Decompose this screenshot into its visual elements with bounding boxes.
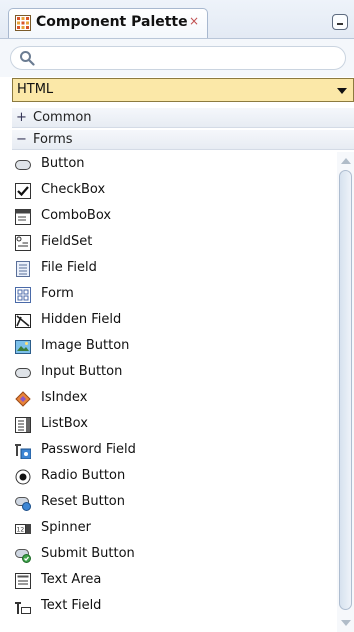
collapse-icon: − bbox=[16, 132, 27, 147]
list-item-hidden-field[interactable]: Hidden Field bbox=[12, 308, 336, 334]
input-button-icon bbox=[15, 368, 31, 378]
library-select[interactable]: HTML bbox=[12, 78, 354, 102]
minimize-button[interactable] bbox=[332, 14, 348, 30]
scrollbar-thumb[interactable] bbox=[339, 170, 352, 610]
close-tab-button[interactable]: × bbox=[189, 14, 199, 28]
list-item-isindex[interactable]: IsIndex bbox=[12, 386, 336, 412]
list-item-combobox[interactable]: ComboBox bbox=[12, 204, 336, 230]
category-label: Common bbox=[33, 110, 92, 125]
list-item-spinner[interactable]: 12 Spinner bbox=[12, 516, 336, 542]
file-field-icon bbox=[16, 261, 30, 277]
search-box[interactable] bbox=[10, 46, 346, 70]
component-list: Button CheckBox ComboBox FieldSet File F… bbox=[12, 152, 336, 632]
category-label: Forms bbox=[33, 132, 73, 147]
vertical-scrollbar[interactable] bbox=[337, 152, 354, 632]
panel-title: Component Palette bbox=[36, 14, 188, 30]
fieldset-icon bbox=[15, 235, 31, 251]
list-item-checkbox[interactable]: CheckBox bbox=[12, 178, 336, 204]
combobox-icon bbox=[15, 209, 31, 225]
isindex-icon bbox=[15, 391, 31, 407]
chevron-down-icon bbox=[337, 88, 347, 94]
submit-button-icon bbox=[15, 549, 31, 563]
list-item-button[interactable]: Button bbox=[12, 152, 336, 178]
password-field-icon bbox=[15, 444, 31, 459]
radio-button-icon bbox=[15, 469, 31, 485]
scroll-down-icon[interactable] bbox=[341, 620, 351, 626]
image-button-icon bbox=[15, 340, 31, 354]
checkbox-icon bbox=[15, 183, 31, 199]
text-area-icon bbox=[15, 573, 31, 589]
button-icon bbox=[15, 160, 31, 170]
list-item-image-button[interactable]: Image Button bbox=[12, 334, 336, 360]
list-item-file-field[interactable]: File Field bbox=[12, 256, 336, 282]
list-item-radio-button[interactable]: Radio Button bbox=[12, 464, 336, 490]
search-row bbox=[0, 39, 354, 77]
reset-button-icon bbox=[15, 497, 31, 511]
list-item-input-button[interactable]: Input Button bbox=[12, 360, 336, 386]
scroll-up-icon[interactable] bbox=[341, 158, 351, 164]
spinner-icon: 12 bbox=[15, 524, 31, 534]
list-item-submit-button[interactable]: Submit Button bbox=[12, 542, 336, 568]
category-common[interactable]: + Common bbox=[12, 108, 354, 128]
palette-grid-icon bbox=[15, 15, 31, 31]
expand-icon: + bbox=[16, 110, 27, 125]
list-item-password-field[interactable]: Password Field bbox=[12, 438, 336, 464]
list-item-form[interactable]: Form bbox=[12, 282, 336, 308]
listbox-icon bbox=[15, 417, 31, 433]
list-item-text-field[interactable]: Text Field bbox=[12, 594, 336, 620]
category-forms[interactable]: − Forms bbox=[12, 130, 354, 150]
list-item-text-area[interactable]: Text Area bbox=[12, 568, 336, 594]
hidden-field-icon bbox=[15, 314, 31, 328]
search-icon bbox=[20, 51, 35, 66]
list-item-reset-button[interactable]: Reset Button bbox=[12, 490, 336, 516]
list-item-listbox[interactable]: ListBox bbox=[12, 412, 336, 438]
text-field-icon bbox=[15, 602, 31, 614]
library-select-value: HTML bbox=[17, 82, 54, 97]
search-input[interactable] bbox=[41, 49, 335, 69]
svg-text:12: 12 bbox=[17, 527, 25, 534]
palette-tab-bar: Component Palette × bbox=[0, 0, 354, 39]
form-icon bbox=[15, 287, 31, 303]
tab-component-palette[interactable]: Component Palette × bbox=[8, 8, 208, 38]
list-item-fieldset[interactable]: FieldSet bbox=[12, 230, 336, 256]
